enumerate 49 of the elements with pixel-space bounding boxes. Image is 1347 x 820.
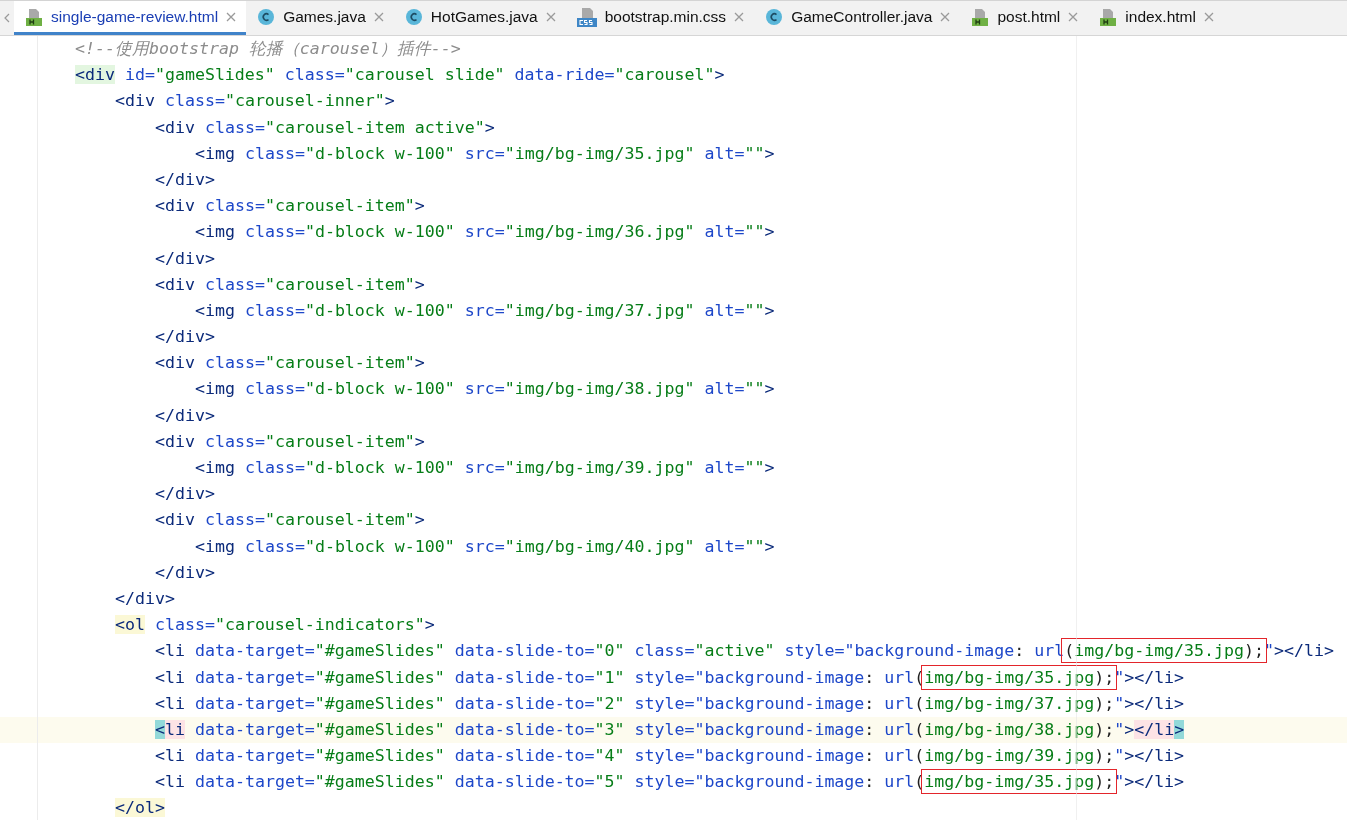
html-file-icon — [25, 7, 43, 26]
code-line: <img class="d-block w-100" src="img/bg-img/37.jpg" alt=""> — [194, 299, 776, 322]
code-line: <li data-target="#gameSlides" data-slide-to="1" style="background-image: url(img/bg-img/35.jpg);"></li> — [0, 664, 1347, 691]
close-icon[interactable] — [373, 11, 384, 22]
close-icon[interactable] — [1068, 11, 1079, 22]
class-icon — [257, 7, 276, 26]
close-icon[interactable] — [545, 11, 556, 22]
close-icon[interactable] — [940, 11, 951, 22]
html-file-icon — [1099, 7, 1118, 26]
css-file-icon — [576, 6, 597, 27]
code-line: <img class="d-block w-100" src="img/bg-img/36.jpg" alt=""> — [194, 221, 776, 244]
code-line: <li data-target="#gameSlides" data-slide-to="2" style="background-image: url(img/bg-img/37.jpg);"></li> — [154, 692, 1186, 715]
code-line: <div class="carousel-inner"> — [114, 90, 396, 113]
code-line: </div> — [154, 326, 216, 349]
editor-tab[interactable]: single-game-review.html — [14, 1, 247, 35]
close-icon[interactable] — [1203, 11, 1214, 22]
code-line: </div> — [154, 247, 216, 270]
code-line: </div> — [154, 483, 216, 506]
code-line: <!--使用bootstrap 轮播（carousel）插件--> — [74, 38, 462, 60]
code-line: <div class="carousel-item"> — [154, 430, 426, 453]
code-line: </div> — [154, 561, 216, 584]
code-line: </div> — [154, 168, 216, 191]
editor-tab[interactable]: bootstrap.min.css — [565, 1, 755, 35]
code-line: <ol class="carousel-indicators"> — [114, 614, 436, 637]
code-line: <div class="carousel-item"> — [154, 352, 426, 375]
code-line: <div class="carousel-item"> — [154, 273, 426, 296]
class-icon — [404, 7, 423, 26]
html-file-icon — [971, 7, 990, 26]
chevron-left-icon[interactable] — [4, 13, 10, 23]
class-icon — [765, 7, 784, 26]
code-line: <img class="d-block w-100" src="img/bg-img/40.jpg" alt=""> — [194, 535, 776, 558]
editor-tab[interactable]: GameController.java — [754, 1, 961, 35]
code-line: <div class="carousel-item"> — [154, 195, 426, 218]
close-icon[interactable] — [226, 11, 237, 22]
code-line: <li data-target="#gameSlides" data-slide-to="4" style="background-image: url(img/bg-img/39.jpg);"></li> — [154, 745, 1186, 768]
code-line: </div> — [114, 587, 176, 610]
code-line: <div id="gameSlides" class="carousel slide" data-ride="carousel"> — [74, 64, 726, 87]
code-line: <img class="d-block w-100" src="img/bg-img/39.jpg" alt=""> — [194, 457, 776, 479]
close-icon[interactable] — [734, 11, 745, 22]
code-line: <img class="d-block w-100" src="img/bg-img/38.jpg" alt=""> — [194, 378, 776, 401]
code-line: <li data-target="#gameSlides" data-slide-to="5" style="background-image: url(img/bg-img/35.jpg);"></li> — [0, 769, 1347, 796]
code-line: <div class="carousel-item"> — [154, 509, 426, 532]
editor-tab[interactable]: Games.java — [246, 1, 394, 35]
code-line: <div class="carousel-item active"> — [154, 116, 496, 139]
editor-tab[interactable]: HotGames.java — [393, 1, 566, 35]
code-line: <img class="d-block w-100" src="img/bg-img/35.jpg" alt=""> — [194, 142, 776, 165]
editor-tab[interactable]: post.html — [960, 1, 1089, 35]
editor-tab[interactable]: index.html — [1088, 1, 1224, 35]
code-line: </div> — [154, 404, 216, 427]
